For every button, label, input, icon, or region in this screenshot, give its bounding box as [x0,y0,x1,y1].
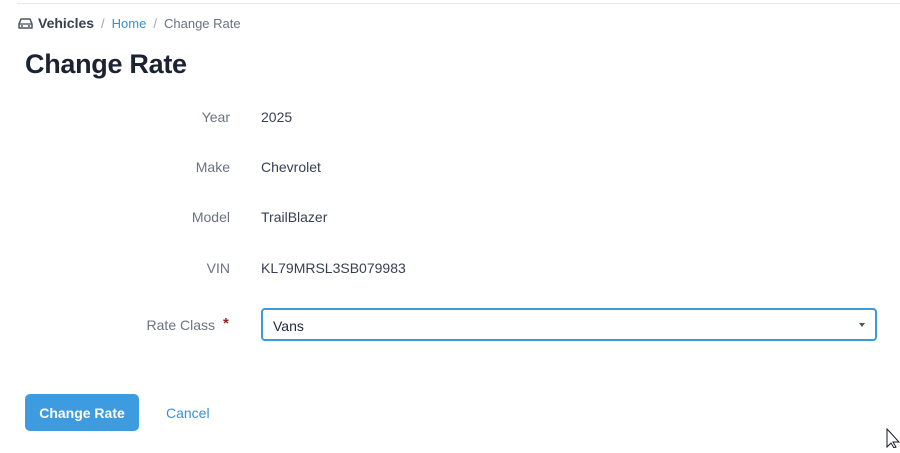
year-value: 2025 [261,109,293,125]
model-value: TrailBlazer [261,209,328,225]
breadcrumb-separator: / [101,15,105,31]
field-year: Year 2025 [0,109,900,129]
header-divider [17,3,900,4]
model-label: Model [191,209,230,225]
breadcrumb-separator: / [153,15,157,31]
page-title: Change Rate [25,49,187,79]
chevron-down-icon [859,323,865,327]
make-label: Make [195,159,230,175]
rate-class-label: Rate Class [146,317,215,333]
year-label: Year [201,109,230,125]
vin-label: VIN [206,260,230,276]
required-indicator: * [223,315,229,332]
make-value: Chevrolet [261,159,321,175]
vin-value: KL79MRSL3SB079983 [261,260,406,276]
field-model: Model TrailBlazer [0,209,900,229]
rate-class-selected-value: Vans [273,318,304,334]
breadcrumb-home-link[interactable]: Home [112,16,147,31]
change-rate-button[interactable]: Change Rate [25,394,139,431]
field-make: Make Chevrolet [0,159,900,179]
rate-class-select[interactable]: Vans [261,308,877,341]
field-vin: VIN KL79MRSL3SB079983 [0,260,900,280]
breadcrumb-section: Vehicles [38,15,95,31]
breadcrumb-current: Change Rate [163,15,241,31]
car-icon [18,17,33,30]
breadcrumb: Vehicles / Home / Change Rate [18,15,241,31]
cancel-link[interactable]: Cancel [166,405,210,421]
mouse-cursor-icon [886,427,900,449]
